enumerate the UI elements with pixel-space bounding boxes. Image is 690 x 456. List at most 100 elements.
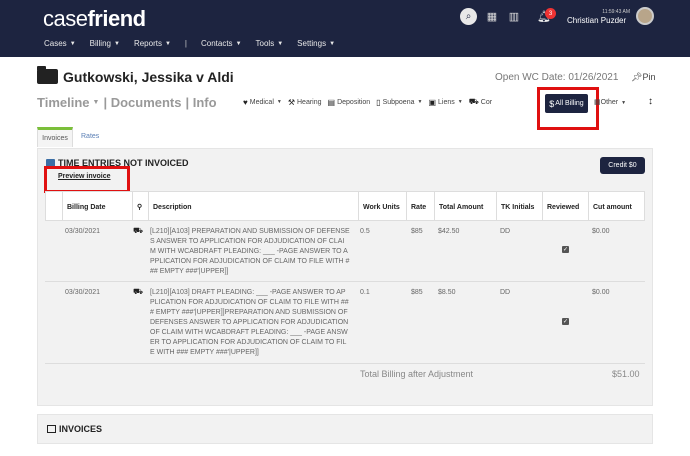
header-attachment: ⚲ xyxy=(132,192,148,222)
grid-icon: ▦ xyxy=(594,99,601,106)
header-rate[interactable]: Rate xyxy=(406,192,434,222)
row-cut-amount: $0.00 xyxy=(592,289,610,296)
header-description[interactable]: Description xyxy=(148,192,358,222)
sort-icon[interactable]: ↕ xyxy=(648,96,653,107)
row-work-units: 0.1 xyxy=(360,289,370,296)
heartbeat-icon: ♥ xyxy=(243,97,248,107)
chevron-down-icon: ▼ xyxy=(164,40,171,47)
table-icon xyxy=(47,425,56,433)
credit-button[interactable]: Credit $0 xyxy=(600,157,645,174)
file-icon: ▯ xyxy=(376,97,381,107)
case-subnav: Timeline ▼ | Documents | Info xyxy=(37,95,217,110)
tab-documents[interactable]: | Documents xyxy=(103,95,181,110)
nav-tools-label: Tools xyxy=(255,39,275,48)
total-billing-value: $51.00 xyxy=(612,369,640,379)
deposition-button[interactable]: ▤ Deposition xyxy=(328,98,371,107)
deposition-label: Deposition xyxy=(337,98,371,106)
chevron-down-icon: ▼ xyxy=(417,99,423,105)
header-total-amount[interactable]: Total Amount xyxy=(434,192,496,222)
row-total-amount: $8.50 xyxy=(438,289,456,296)
nav-cases[interactable]: Cases ▼ xyxy=(44,39,76,48)
header-billing-date[interactable]: Billing Date xyxy=(62,192,132,222)
header-cut-amount[interactable]: Cut amount xyxy=(588,192,646,222)
top-icons: ⌕ ▦ ▥ xyxy=(460,8,521,25)
calendar-grid-icon[interactable]: ▦ xyxy=(485,10,499,24)
reviewed-checkbox[interactable]: ✓ xyxy=(562,246,569,253)
liens-label: Liens xyxy=(438,98,455,106)
hearing-button[interactable]: ⚒ Hearing xyxy=(288,98,322,107)
highlight-all-billing xyxy=(537,87,599,130)
chevron-down-icon: ▼ xyxy=(235,40,242,47)
pin-button[interactable]: 📌︎Pin xyxy=(631,72,655,83)
chevron-down-icon: ▼ xyxy=(329,40,336,47)
row-billing-date: 03/30/2021 xyxy=(65,228,101,235)
subpoena-label: Subpoena xyxy=(382,98,415,106)
chevron-down-icon: ▼ xyxy=(92,99,100,106)
other-label: Other xyxy=(600,99,619,106)
invoices-title[interactable]: INVOICES xyxy=(47,424,102,434)
gift-icon: ▣ xyxy=(428,97,436,107)
liens-button[interactable]: ▣ Liens ▼ xyxy=(428,98,462,107)
header-tk-initials[interactable]: TK Initials xyxy=(496,192,542,222)
medical-label: Medical xyxy=(249,98,274,106)
chevron-down-icon: ▼ xyxy=(621,100,627,106)
row-tk-initials: DD xyxy=(500,228,511,235)
main-nav: Cases ▼ Billing ▼ Reports ▼ | Contacts ▼ Too… xyxy=(44,39,349,48)
cor-button[interactable]: ⛟ Cor xyxy=(469,97,492,107)
document-icon: ▤ xyxy=(327,97,336,107)
tab-info[interactable]: | Info xyxy=(186,95,217,110)
search-icon[interactable]: ⌕ xyxy=(460,8,477,25)
truck-icon: ⛟ xyxy=(468,97,479,106)
header-work-units[interactable]: Work Units xyxy=(358,192,406,222)
tab-rates[interactable]: Rates xyxy=(81,133,99,140)
logo-text-bold: friend xyxy=(87,6,146,31)
chevron-down-icon: ▼ xyxy=(276,99,282,105)
row-billing-date: 03/30/2021 xyxy=(65,289,101,296)
case-tools: ♥ Medical ▼ ⚒ Hearing ▤ Deposition ▯ Subpoena… xyxy=(243,97,498,107)
billing-entry-icon[interactable]: ⛟ xyxy=(133,287,143,297)
row-rate: $85 xyxy=(411,289,423,296)
row-description: [L210][A103] PREPARATION AND SUBMISSION … xyxy=(150,228,350,275)
cor-label: Cor xyxy=(480,98,493,106)
subpoena-button[interactable]: ▯ Subpoena ▼ xyxy=(376,98,422,107)
nav-tools[interactable]: Tools ▼ xyxy=(256,39,284,48)
invoices-title-text: INVOICES xyxy=(59,424,103,434)
header-reviewed[interactable]: Reviewed xyxy=(542,192,588,222)
open-wc-date: Open WC Date: 01/26/2021 xyxy=(495,72,619,83)
tab-timeline[interactable]: Timeline xyxy=(37,95,90,110)
chevron-down-icon: ▼ xyxy=(457,99,463,105)
pin-icon: 📌︎ xyxy=(631,72,643,82)
billing-entry-icon[interactable]: ⛟ xyxy=(133,226,143,236)
hearing-label: Hearing xyxy=(297,98,322,106)
nav-contacts-label: Contacts xyxy=(200,39,233,48)
medical-button[interactable]: ♥ Medical ▼ xyxy=(243,98,282,107)
tab-invoices[interactable]: Invoices xyxy=(37,127,73,147)
user-name[interactable]: Christian Puzder xyxy=(567,16,626,25)
nav-billing[interactable]: Billing ▼ xyxy=(90,39,120,48)
row-total-amount: $42.50 xyxy=(438,228,460,235)
nav-cases-label: Cases xyxy=(44,39,67,48)
chevron-down-icon: ▼ xyxy=(113,40,120,47)
paperclip-icon: ⚲ xyxy=(137,204,143,211)
other-button[interactable]: ▦Other ▼ xyxy=(594,98,626,106)
row-tk-initials: DD xyxy=(500,289,511,296)
highlight-preview-invoice xyxy=(44,166,130,193)
chevron-down-icon: ▼ xyxy=(277,40,284,47)
row-rate: $85 xyxy=(411,228,423,235)
nav-billing-label: Billing xyxy=(89,39,111,48)
app-logo[interactable]: casefriend xyxy=(43,6,146,32)
reviewed-checkbox[interactable]: ✓ xyxy=(562,318,569,325)
gavel-icon: ⚒ xyxy=(287,97,295,107)
row-work-units: 0.5 xyxy=(360,228,370,235)
nav-reports[interactable]: Reports ▼ xyxy=(134,39,171,48)
invoices-panel xyxy=(37,414,653,444)
nav-settings[interactable]: Settings ▼ xyxy=(297,39,335,48)
building-icon[interactable]: ▥ xyxy=(507,10,521,24)
chevron-down-icon: ▼ xyxy=(69,40,76,47)
notification-badge: 3 xyxy=(545,8,556,19)
case-title: Gutkowski, Jessika v Aldi xyxy=(63,69,234,85)
header-spacer xyxy=(46,192,62,222)
nav-contacts[interactable]: Contacts ▼ xyxy=(201,39,242,48)
nav-settings-label: Settings xyxy=(297,39,327,48)
avatar[interactable] xyxy=(636,7,654,25)
